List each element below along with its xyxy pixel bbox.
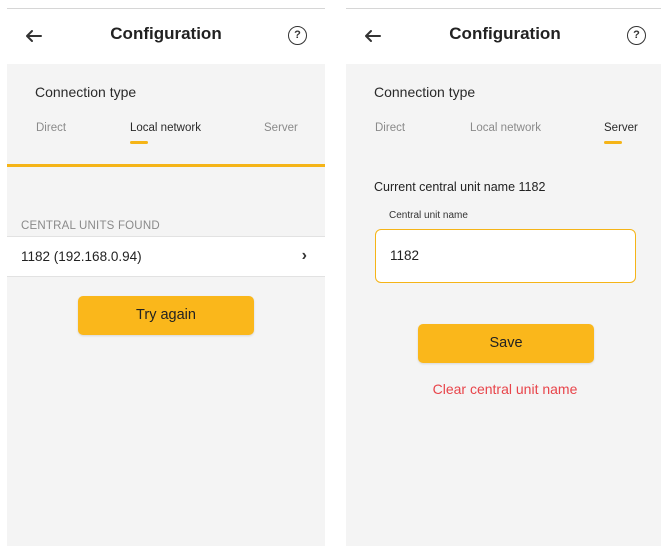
page-title: Configuration — [110, 24, 222, 43]
tab-active-indicator — [130, 141, 148, 144]
central-units-found-header: CENTRAL UNITS FOUND — [21, 220, 160, 232]
app-header: Configuration ? — [7, 8, 325, 64]
save-button[interactable]: Save — [418, 324, 594, 363]
tab-local-network[interactable]: Local network — [470, 122, 541, 134]
central-unit-name-field[interactable] — [375, 229, 636, 283]
current-central-unit-name: Current central unit name 1182 — [374, 180, 546, 194]
tab-server[interactable]: Server — [604, 122, 638, 134]
help-icon[interactable]: ? — [627, 26, 646, 45]
app-header: Configuration ? — [346, 8, 661, 64]
left-screen: Configuration ? Connection type Direct L… — [7, 8, 325, 546]
central-unit-list-item[interactable]: 1182 (192.168.0.94) › — [7, 236, 325, 277]
help-icon[interactable]: ? — [288, 26, 307, 45]
tab-direct[interactable]: Direct — [36, 122, 66, 134]
central-unit-name-label: Central unit name — [389, 210, 468, 221]
tab-divider — [7, 164, 325, 167]
clear-central-unit-name-link[interactable]: Clear central unit name — [346, 381, 661, 397]
central-unit-name-input[interactable] — [390, 248, 610, 263]
tab-server[interactable]: Server — [264, 122, 298, 134]
tab-local-network[interactable]: Local network — [130, 122, 201, 134]
connection-type-label: Connection type — [35, 84, 137, 100]
tab-direct[interactable]: Direct — [375, 122, 405, 134]
right-screen: Configuration ? Connection type Direct L… — [346, 8, 661, 546]
try-again-button[interactable]: Try again — [78, 296, 254, 335]
chevron-right-icon: › — [301, 247, 307, 264]
tab-active-indicator — [604, 141, 622, 144]
connection-type-label: Connection type — [374, 84, 476, 100]
central-unit-label: 1182 (192.168.0.94) — [21, 249, 142, 264]
page-title: Configuration — [449, 24, 561, 43]
